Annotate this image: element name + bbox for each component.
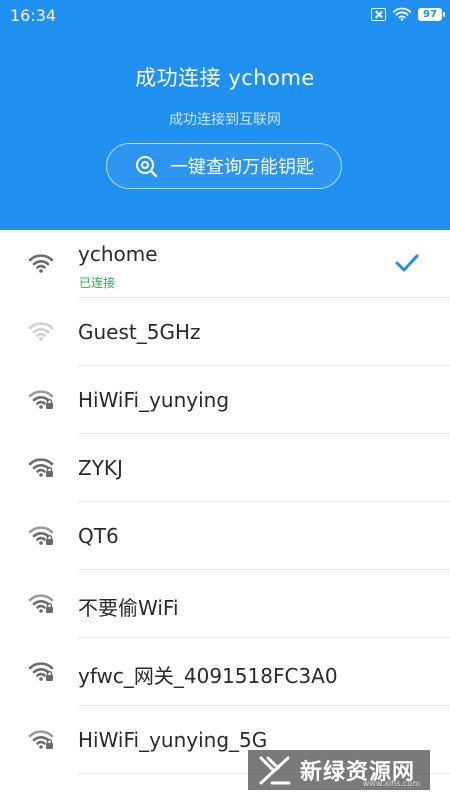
network-ssid: 不要偷WiFi: [78, 596, 179, 620]
watermark-url: www.xlhs.com: [362, 779, 420, 788]
search-key-icon: [136, 156, 158, 178]
wifi-locked-icon: [28, 662, 54, 681]
network-ssid: QT6: [78, 524, 119, 548]
status-time: 16:34: [10, 6, 57, 25]
no-sim-icon: [371, 7, 386, 21]
network-row[interactable]: ZYKJ: [0, 434, 450, 502]
network-ssid: HiWiFi_yunying_5G: [78, 728, 268, 752]
wifi-locked-icon: [28, 594, 54, 613]
network-list: ychome 已连接 Guest_5GHz HiWiFi_yunying ZYKJ QT6…: [0, 230, 450, 774]
network-ssid: Guest_5GHz: [78, 320, 201, 344]
page-title: 成功连接 ychome: [135, 66, 315, 90]
connection-header: 成功连接 ychome 成功连接到互联网 一键查询万能钥匙: [0, 30, 450, 230]
status-icons: 97: [371, 7, 445, 21]
watermark-logo-icon: [259, 756, 291, 785]
query-key-label: 一键查询万能钥匙: [170, 157, 314, 178]
network-ssid: HiWiFi_yunying: [78, 388, 230, 412]
network-ssid: yfwc_网关_4091518FC3A0: [78, 664, 338, 688]
network-row[interactable]: HiWiFi_yunying: [0, 366, 450, 434]
wifi-icon: [28, 322, 54, 341]
network-ssid: ychome: [78, 242, 158, 266]
wifi-status-icon: [393, 7, 411, 21]
connection-status: 已连接: [79, 276, 116, 290]
network-row[interactable]: yfwc_网关_4091518FC3A0: [0, 638, 450, 706]
wifi-locked-icon: [28, 526, 54, 545]
network-row[interactable]: 不要偷WiFi: [0, 570, 450, 638]
status-bar: 16:34 97: [0, 0, 450, 30]
checkmark-icon: [395, 254, 419, 272]
wifi-locked-icon: [28, 458, 54, 477]
wifi-locked-icon: [28, 390, 54, 409]
network-ssid: ZYKJ: [78, 456, 123, 480]
page-subtitle: 成功连接到互联网: [169, 112, 281, 128]
battery-icon: 97: [418, 7, 445, 21]
query-key-button[interactable]: 一键查询万能钥匙: [106, 143, 342, 189]
wifi-locked-icon: [28, 730, 54, 749]
network-row[interactable]: Guest_5GHz: [0, 298, 450, 366]
network-row[interactable]: ychome 已连接: [0, 230, 450, 298]
wifi-connected-screen: 16:34 97 成功连接 ychome 成功连接到互联网 一键查询万能钥匙 y…: [0, 0, 450, 800]
wifi-icon: [28, 254, 54, 273]
watermark: 新绿资源网 www.xlhs.com: [248, 750, 430, 790]
network-row[interactable]: QT6: [0, 502, 450, 570]
